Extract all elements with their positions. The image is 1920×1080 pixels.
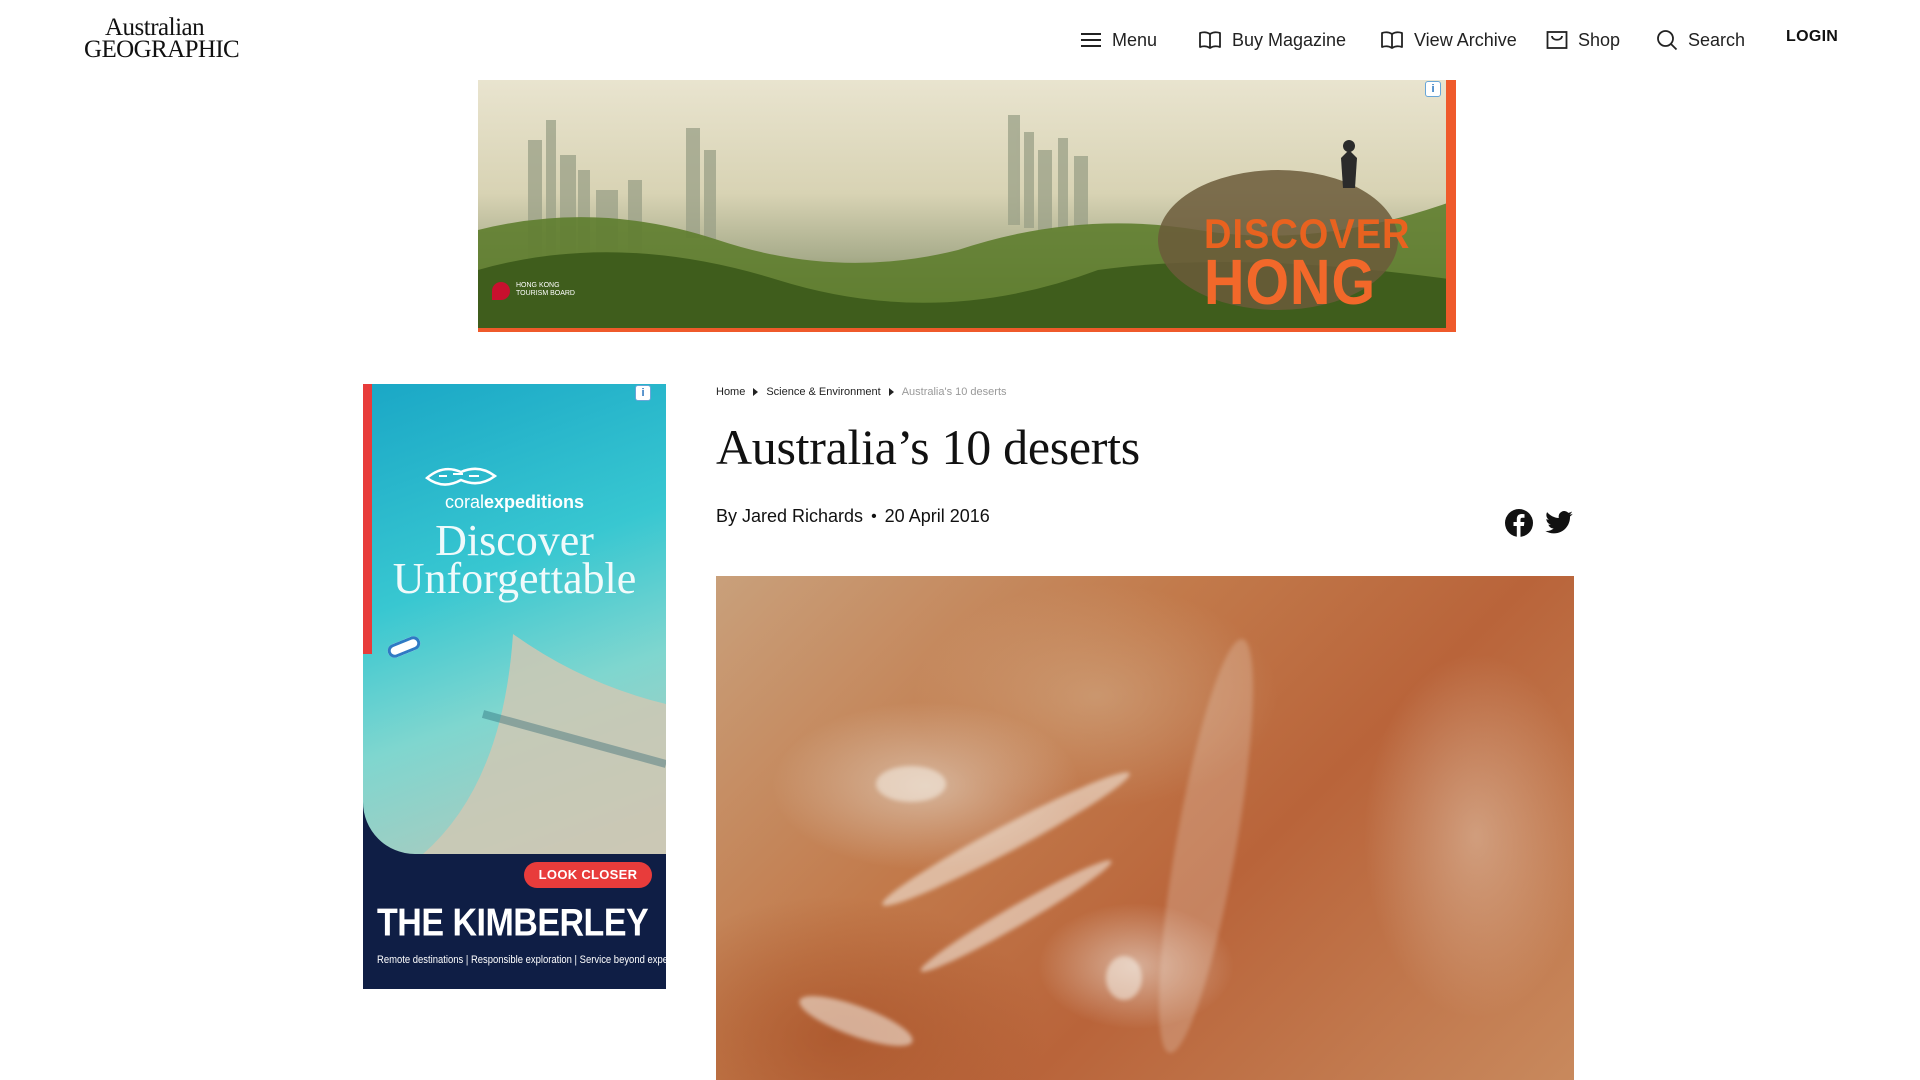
site-logo[interactable]: Australian GEOGRAPHIC: [84, 14, 240, 63]
hong-kong-banner-ad[interactable]: HONG KONG TOURISM BOARD DISCOVER HONG KO…: [478, 80, 1456, 332]
article-hero-image: [716, 576, 1574, 1080]
logo-line-2: GEOGRAPHIC: [84, 36, 240, 63]
ad-brand-prefix: coral: [444, 492, 484, 512]
salt-lake-texture: [794, 986, 918, 1056]
byline-separator: •: [871, 507, 877, 525]
adchoices-icon[interactable]: i: [1425, 81, 1441, 97]
nav-menu[interactable]: Menu: [1080, 22, 1157, 58]
ad-kimberley-title: THE KIMBERLEY: [377, 901, 649, 945]
salt-lake-texture: [1106, 956, 1142, 1000]
nav-search-label: Search: [1688, 29, 1746, 50]
nav-view-archive-label: View Archive: [1414, 29, 1517, 50]
twitter-icon[interactable]: [1544, 508, 1574, 538]
hktb-logo-icon: [492, 282, 510, 300]
breadcrumb-section[interactable]: Science & Environment: [766, 386, 880, 398]
breadcrumb: Home Science & Environment Australia's 1…: [716, 386, 1007, 398]
salt-lake-texture: [876, 766, 946, 802]
look-closer-button[interactable]: LOOK CLOSER: [524, 862, 652, 888]
search-icon: [1656, 29, 1678, 51]
ad-tagline: Remote destinations | Responsible explor…: [377, 954, 666, 966]
salt-lake-texture: [1139, 633, 1273, 1059]
breadcrumb-current: Australia's 10 deserts: [901, 386, 1007, 398]
article-title: Australia’s 10 deserts: [716, 419, 1140, 475]
nav-view-archive[interactable]: View Archive: [1380, 22, 1517, 58]
nav-buy-magazine-label: Buy Magazine: [1232, 29, 1347, 50]
ad-hong-kong-text: HONG KONG: [1204, 245, 1376, 332]
ad-accent-border-bottom: [478, 328, 1456, 332]
nav-shop-label: Shop: [1578, 29, 1621, 50]
article-author[interactable]: By Jared Richards: [716, 506, 863, 527]
ad-board-text: HONG KONG TOURISM BOARD: [516, 282, 575, 297]
ad-red-stripe: [363, 384, 372, 654]
ad-accent-border: [1446, 80, 1456, 332]
breadcrumb-home[interactable]: Home: [716, 386, 745, 398]
hamburger-icon: [1080, 32, 1102, 48]
sandbar-illustration: [423, 634, 666, 854]
article-byline: By Jared Richards • 20 April 2016: [716, 506, 990, 527]
login-link[interactable]: LOGIN: [1786, 28, 1838, 46]
ad-brand-suffix: expeditions: [483, 492, 585, 512]
facebook-icon[interactable]: [1504, 508, 1534, 538]
adchoices-icon[interactable]: i: [635, 385, 651, 401]
nav-shop[interactable]: Shop: [1546, 22, 1620, 58]
article-date: 20 April 2016: [884, 506, 990, 526]
breadcrumb-separator-icon: [753, 388, 759, 396]
ad-headline-line-2: Unforgettable: [392, 554, 637, 603]
shopping-bag-icon: [1546, 30, 1568, 50]
share-buttons: [1504, 508, 1574, 538]
nav-buy-magazine[interactable]: Buy Magazine: [1198, 22, 1346, 58]
ad-headline: Discover Unforgettable: [363, 519, 666, 603]
coral-expeditions-logo-icon: [425, 467, 498, 486]
open-book-icon: [1198, 30, 1222, 50]
breadcrumb-separator-icon: [888, 388, 894, 396]
open-book-icon: [1380, 30, 1404, 50]
ad-brand-name: coralexpeditions: [363, 492, 666, 513]
nav-search[interactable]: Search: [1656, 22, 1745, 58]
nav-menu-label: Menu: [1112, 29, 1158, 50]
coral-expeditions-sidebar-ad[interactable]: coralexpeditions Discover Unforgettable …: [363, 384, 666, 989]
